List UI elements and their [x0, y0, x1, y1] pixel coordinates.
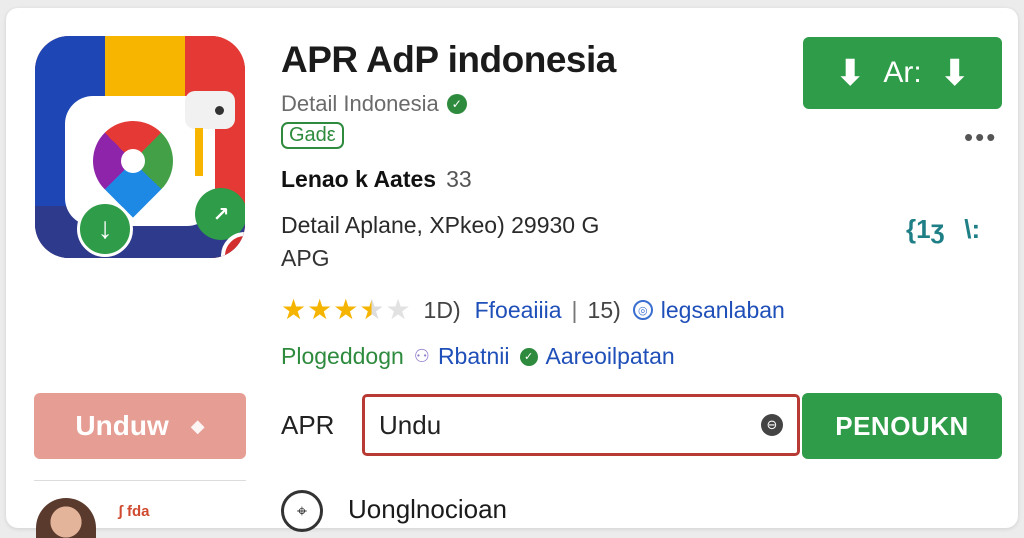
developer-name[interactable]: Detail Indonesia — [281, 91, 439, 117]
unduw-button[interactable]: Unduw ◆ — [34, 393, 246, 459]
user-badge: ʃ fda — [114, 500, 150, 521]
clear-icon[interactable]: ⊖ — [761, 414, 783, 436]
pin-hole — [121, 149, 145, 173]
star-icon: ★ — [307, 294, 333, 325]
rating-count: 33 — [446, 166, 472, 192]
install-label: Ar: — [883, 56, 922, 89]
apr-label: APR — [281, 410, 335, 440]
reviews-link[interactable]: Ffoeaiiia — [475, 297, 562, 324]
location-icon[interactable]: ⌖ — [281, 490, 323, 532]
chevron-updown-icon: ◆ — [190, 415, 205, 436]
side-icons: {1ʒ \: — [906, 214, 980, 245]
divider — [34, 480, 246, 481]
info-icon: ◎ — [632, 300, 653, 320]
download-icon-2: ⬇ — [939, 52, 970, 93]
tag-icon — [185, 91, 235, 129]
tag-link[interactable]: legsanlaban — [661, 297, 785, 324]
tag-dot — [215, 106, 224, 115]
avatar[interactable] — [36, 498, 96, 538]
verified-icon: ✓ — [446, 94, 467, 114]
developer-row[interactable]: Detail Indonesia ✓ — [281, 91, 467, 117]
download-arrow-icon: ↓ — [77, 201, 133, 257]
category-label[interactable]: Plogeddogn — [281, 343, 404, 370]
star-empty-icon: ★ — [385, 294, 411, 325]
app-title: APR AdP indonesia — [281, 39, 616, 80]
icon-yellow-block — [105, 36, 185, 96]
section-title: Uonglnocioan — [348, 494, 508, 524]
star-icon: ★ — [333, 294, 359, 325]
count-2: 15) — [587, 296, 621, 323]
check-icon: ✓ — [519, 347, 538, 366]
category-link-2[interactable]: Aareoilpatan — [546, 343, 675, 370]
share-badge-icon[interactable]: {1ʒ — [906, 214, 944, 245]
install-button[interactable]: ⬇ Ar: ⬇ — [803, 37, 1002, 109]
category-row: Plogeddogn ⚇ Rbatnii ✓ Aareoilpatan — [281, 343, 675, 370]
details-line: Detail Aplane, XPkeo) 29930 G — [281, 212, 600, 238]
download-icon: ⬇ — [835, 52, 866, 93]
category-chip[interactable]: Gadε — [281, 122, 344, 149]
category-link[interactable]: Rbatnii — [438, 343, 510, 370]
stars-number: 1D) — [423, 296, 461, 323]
more-options-icon[interactable]: ••• — [964, 122, 997, 153]
star-icon: ★ — [281, 294, 307, 325]
unduw-label: Unduw — [75, 410, 169, 441]
app-detail-card: ↓ ↗ ⚙ APR AdP indonesia Detail Indonesia… — [6, 8, 1018, 538]
star-half-icon: ★ — [359, 294, 385, 325]
penoukn-button[interactable]: PENOUKN — [802, 393, 1002, 459]
rating-line: Lenao k Aates 33 — [281, 166, 472, 193]
heart-check-icon[interactable]: \: — [964, 214, 980, 245]
key-icon — [195, 128, 203, 176]
rating-label: Lenao k Aates — [281, 166, 437, 192]
stars-row: ★ ★ ★ ★ ★ 1D) Ffoeaiiia | 15) ◎ legsanla… — [281, 296, 785, 324]
search-input[interactable] — [379, 409, 761, 441]
search-field[interactable]: ⊖ — [362, 394, 800, 456]
separator: | — [571, 296, 578, 323]
link-icon: ⚇ — [413, 346, 430, 366]
app-icon[interactable]: ↓ ↗ ⚙ — [35, 36, 245, 258]
details-line-2: APG — [281, 245, 330, 271]
